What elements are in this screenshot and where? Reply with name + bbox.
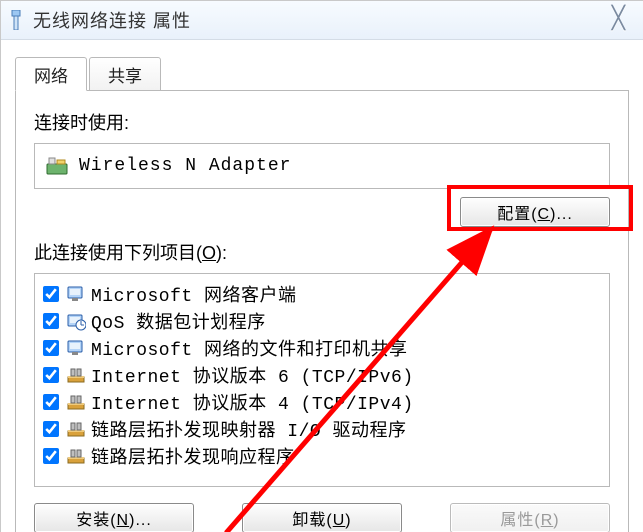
list-item-label: Internet 协议版本 6 (TCP/IPv6) bbox=[91, 362, 414, 388]
proto-icon bbox=[65, 445, 87, 467]
list-item-checkbox[interactable] bbox=[43, 421, 59, 437]
proto-icon bbox=[65, 418, 87, 440]
adapter-icon bbox=[45, 155, 69, 177]
client-icon bbox=[65, 337, 87, 359]
list-item[interactable]: 链路层拓扑发现响应程序 bbox=[39, 442, 605, 469]
connect-using-label: 连接时使用: bbox=[34, 109, 610, 135]
list-item-label: Microsoft 网络客户端 bbox=[91, 281, 297, 307]
list-item[interactable]: Internet 协议版本 4 (TCP/IPv4) bbox=[39, 388, 605, 415]
list-item[interactable]: Microsoft 网络的文件和打印机共享 bbox=[39, 334, 605, 361]
list-item-checkbox[interactable] bbox=[43, 367, 59, 383]
uses-items-label: 此连接使用下列项目(O): bbox=[34, 239, 610, 265]
app-icon bbox=[7, 9, 25, 31]
properties-button[interactable]: 属性(R) bbox=[450, 503, 610, 532]
adapter-name: Wireless N Adapter bbox=[79, 156, 291, 176]
proto-icon bbox=[65, 391, 87, 413]
list-item-label: Microsoft 网络的文件和打印机共享 bbox=[91, 335, 408, 361]
list-item-label: 链路层拓扑发现映射器 I/O 驱动程序 bbox=[91, 416, 407, 442]
title-bar: 无线网络连接 属性 ╳ bbox=[1, 1, 643, 40]
list-item[interactable]: 链路层拓扑发现映射器 I/O 驱动程序 bbox=[39, 415, 605, 442]
list-item-checkbox[interactable] bbox=[43, 313, 59, 329]
tab-sharing[interactable]: 共享 bbox=[89, 57, 161, 91]
components-listbox[interactable]: Microsoft 网络客户端QoS 数据包计划程序Microsoft 网络的文… bbox=[34, 273, 610, 487]
list-item-checkbox[interactable] bbox=[43, 340, 59, 356]
list-item-checkbox[interactable] bbox=[43, 448, 59, 464]
client-icon bbox=[65, 283, 87, 305]
list-item[interactable]: QoS 数据包计划程序 bbox=[39, 307, 605, 334]
qos-icon bbox=[65, 310, 87, 332]
tab-network[interactable]: 网络 bbox=[15, 57, 87, 91]
tab-pane-network: 连接时使用: Wireless N Adapter 配置(C)... 此连接使用… bbox=[15, 91, 629, 532]
list-item[interactable]: Internet 协议版本 6 (TCP/IPv6) bbox=[39, 361, 605, 388]
list-item-checkbox[interactable] bbox=[43, 286, 59, 302]
list-item-label: 链路层拓扑发现响应程序 bbox=[91, 443, 295, 469]
list-item-checkbox[interactable] bbox=[43, 394, 59, 410]
adapter-field[interactable]: Wireless N Adapter bbox=[34, 143, 610, 189]
list-item[interactable]: Microsoft 网络客户端 bbox=[39, 280, 605, 307]
list-item-label: QoS 数据包计划程序 bbox=[91, 308, 266, 334]
install-button[interactable]: 安装(N)... bbox=[34, 503, 194, 532]
uninstall-button[interactable]: 卸载(U) bbox=[242, 503, 402, 532]
window-title: 无线网络连接 属性 bbox=[33, 7, 191, 33]
button-row: 安装(N)... 卸载(U) 属性(R) bbox=[34, 503, 610, 532]
proto-icon bbox=[65, 364, 87, 386]
close-icon[interactable]: ╳ bbox=[612, 5, 625, 31]
properties-dialog: 无线网络连接 属性 ╳ 网络 共享 连接时使用: Wireless N Adap… bbox=[0, 0, 643, 532]
configure-button[interactable]: 配置(C)... bbox=[460, 197, 610, 227]
tab-strip: 网络 共享 bbox=[15, 56, 629, 91]
list-item-label: Internet 协议版本 4 (TCP/IPv4) bbox=[91, 389, 414, 415]
